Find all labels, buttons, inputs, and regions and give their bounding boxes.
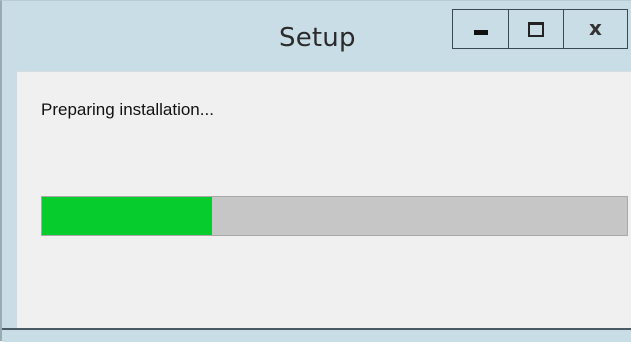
window-title: Setup — [279, 23, 356, 53]
setup-window: Setup x Preparing installation... — [0, 0, 631, 342]
status-text: Preparing installation... — [41, 100, 214, 119]
progress-fill — [42, 197, 212, 235]
window-bottom-border — [2, 328, 631, 342]
window-content: Preparing installation... — [17, 71, 631, 328]
maximize-button[interactable] — [508, 10, 563, 48]
maximize-icon — [528, 21, 544, 37]
window-controls: x — [452, 9, 628, 49]
title-bar[interactable]: Setup x — [2, 1, 631, 71]
minimize-button[interactable] — [453, 10, 508, 48]
progress-bar — [41, 196, 628, 236]
close-icon: x — [589, 16, 602, 40]
close-button[interactable]: x — [563, 10, 627, 48]
minimize-icon — [473, 29, 488, 35]
